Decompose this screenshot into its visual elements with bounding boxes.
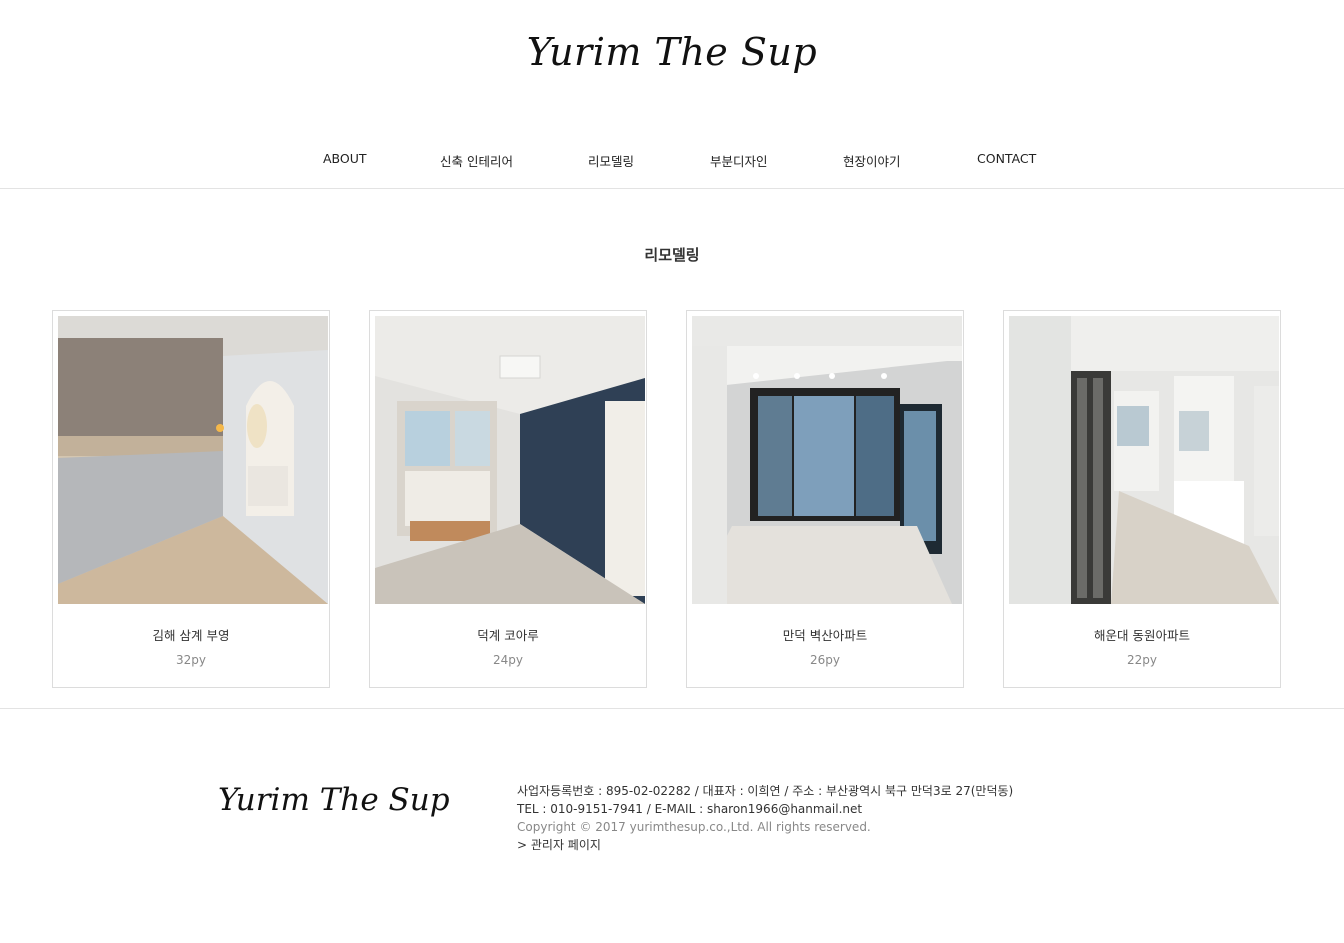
project-card[interactable]: 만덕 벽산아파트 26py (686, 310, 964, 688)
company-info: 사업자등록번호 : 895-02-02282 / 대표자 : 이희연 / 주소 … (517, 782, 1013, 854)
project-card[interactable]: 김해 삼계 부영 32py (52, 310, 330, 688)
site-logo[interactable]: Yurim The Sup (0, 30, 1344, 74)
project-photo[interactable] (692, 316, 962, 604)
nav-divider (0, 188, 1344, 189)
admin-page-link[interactable]: > 관리자 페이지 (517, 836, 1013, 854)
project-title: 만덕 벽산아파트 (782, 628, 868, 643)
project-card[interactable]: 해운대 동원아파트 22py (1003, 310, 1281, 688)
project-size: 26py (810, 653, 840, 667)
contact-info: TEL : 010-9151-7941 / E-MAIL : sharon196… (517, 802, 863, 816)
project-title: 김해 삼계 부영 (152, 628, 230, 643)
business-info: 사업자등록번호 : 895-02-02282 / 대표자 : 이희연 / 주소 … (517, 784, 1014, 798)
project-title: 해운대 동원아파트 (1094, 628, 1190, 643)
project-size: 32py (176, 653, 206, 667)
nav-item-site-story[interactable]: 현장이야기 (843, 151, 901, 170)
nav-item-new-interior[interactable]: 신축 인테리어 (440, 151, 513, 170)
nav-item-contact[interactable]: CONTACT (977, 151, 1036, 166)
project-size: 24py (493, 653, 523, 667)
footer-logo: Yurim The Sup (218, 782, 450, 818)
nav-item-remodeling[interactable]: 리모델링 (588, 151, 634, 170)
nav-item-about[interactable]: ABOUT (323, 151, 367, 166)
footer-divider (0, 708, 1344, 709)
main-nav: ABOUT 신축 인테리어 리모델링 부분디자인 현장이야기 CONTACT (0, 151, 1344, 171)
project-photo[interactable] (375, 316, 645, 604)
project-card[interactable]: 덕계 코아루 24py (369, 310, 647, 688)
project-photo[interactable] (1009, 316, 1279, 604)
project-title: 덕계 코아루 (477, 628, 539, 643)
page-title: 리모델링 (644, 246, 700, 264)
project-photo[interactable] (58, 316, 328, 604)
nav-item-partial-design[interactable]: 부분디자인 (710, 151, 768, 170)
project-size: 22py (1127, 653, 1157, 667)
copyright-text: Copyright © 2017 yurimthesup.co.,Ltd. Al… (517, 820, 871, 834)
